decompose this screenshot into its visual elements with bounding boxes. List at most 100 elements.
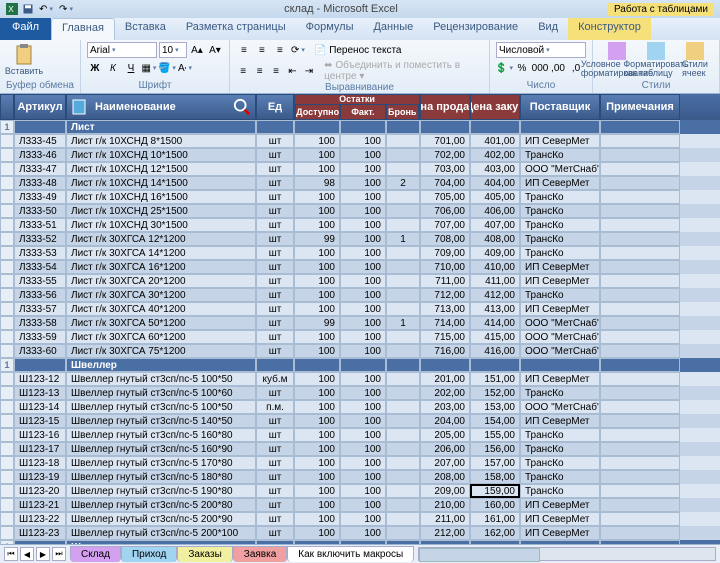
table-row[interactable]: Л333-52Лист г/к 30ХГСА 12*1200шт99100170… bbox=[0, 232, 720, 246]
underline-icon[interactable]: Ч bbox=[123, 60, 139, 76]
col-price-sale[interactable]: Цена продажи bbox=[420, 94, 470, 120]
sheet-last-icon[interactable]: ⏭ bbox=[52, 547, 66, 561]
currency-icon[interactable]: 💲 bbox=[496, 60, 512, 76]
align-left-icon[interactable]: ≡ bbox=[236, 63, 250, 79]
bold-icon[interactable]: Ж bbox=[87, 60, 103, 76]
col-notes[interactable]: Примечания bbox=[600, 94, 680, 120]
save-icon[interactable] bbox=[22, 3, 34, 15]
redo-icon[interactable]: ↷ bbox=[58, 1, 74, 17]
col-avail[interactable]: Доступно bbox=[295, 104, 340, 120]
table-row[interactable]: Л333-53Лист г/к 30ХГСА 14*1200шт10010070… bbox=[0, 246, 720, 260]
table-row[interactable]: Ш123-18Швеллер гнутый ст3сп/пс-5 170*80ш… bbox=[0, 456, 720, 470]
sheet-first-icon[interactable]: ⏮ bbox=[4, 547, 18, 561]
col-bron[interactable]: Бронь bbox=[386, 104, 420, 120]
clipboard-icon bbox=[13, 44, 35, 66]
table-row[interactable]: Л333-51Лист г/к 10ХСНД 30*1500шт10010070… bbox=[0, 218, 720, 232]
grow-font-icon[interactable]: A▴ bbox=[189, 42, 205, 58]
table-row[interactable]: Ш123-14Швеллер гнутый ст3сп/пс-5 100*50п… bbox=[0, 400, 720, 414]
undo-icon[interactable]: ↶ bbox=[38, 1, 54, 17]
menu-tab[interactable]: Главная bbox=[51, 18, 115, 40]
group-row[interactable]: 1Лист bbox=[0, 120, 720, 134]
col-fact[interactable]: Факт. bbox=[340, 104, 385, 120]
align-right-icon[interactable]: ≡ bbox=[269, 63, 283, 79]
table-row[interactable]: Ш123-19Швеллер гнутый ст3сп/пс-5 180*80ш… bbox=[0, 470, 720, 484]
menu-tab[interactable]: Разметка страницы bbox=[176, 18, 296, 40]
col-price-buy[interactable]: Цена закуп bbox=[470, 94, 520, 120]
sheet-prev-icon[interactable]: ◀ bbox=[20, 547, 34, 561]
col-name[interactable]: Наименование bbox=[66, 94, 256, 120]
italic-icon[interactable]: К bbox=[105, 60, 121, 76]
align-top-icon[interactable]: ≡ bbox=[236, 42, 252, 58]
align-bot-icon[interactable]: ≡ bbox=[272, 42, 288, 58]
indent-inc-icon[interactable]: ⇥ bbox=[302, 63, 316, 79]
table-row[interactable]: Л333-50Лист г/к 10ХСНД 25*1500шт10010070… bbox=[0, 204, 720, 218]
menu-tab[interactable]: Вид bbox=[528, 18, 568, 40]
table-row[interactable]: Ш123-13Швеллер гнутый ст3сп/пс-5 100*60ш… bbox=[0, 386, 720, 400]
grid[interactable]: Артикул Наименование Ед Остатки Доступно… bbox=[0, 94, 720, 544]
table-row[interactable]: Ш123-15Швеллер гнутый ст3сп/пс-5 140*50ш… bbox=[0, 414, 720, 428]
group-row[interactable]: 1Шестигранник bbox=[0, 540, 720, 544]
rg-align: ≡ ≡ ≡ ⟳ 📄 Перенос текста ≡ ≡ ≡ ⇤ ⇥ ⬌ Объ… bbox=[230, 40, 490, 93]
orient-icon[interactable]: ⟳ bbox=[290, 42, 306, 58]
group-row[interactable]: 1Швеллер bbox=[0, 358, 720, 372]
font-name-combo[interactable]: Arial bbox=[87, 42, 157, 58]
table-row[interactable]: Л333-55Лист г/к 30ХГСА 20*1200шт10010071… bbox=[0, 274, 720, 288]
table-row[interactable]: Л333-47Лист г/к 10ХСНД 12*1500шт10010070… bbox=[0, 162, 720, 176]
fill-color-icon[interactable]: 🪣 bbox=[159, 60, 175, 76]
format-table-btn[interactable]: Форматировать как таблицу bbox=[638, 42, 674, 78]
h-scrollbar[interactable] bbox=[418, 547, 716, 561]
menu-tab[interactable]: Формулы bbox=[296, 18, 364, 40]
sheet-tab[interactable]: Приход bbox=[121, 546, 177, 562]
sheet-next-icon[interactable]: ▶ bbox=[36, 547, 50, 561]
table-row[interactable]: Л333-59Лист г/к 30ХГСА 60*1200шт10010071… bbox=[0, 330, 720, 344]
border-icon[interactable]: ▦ bbox=[141, 60, 157, 76]
table-row[interactable]: Л333-54Лист г/к 30ХГСА 16*1200шт10010071… bbox=[0, 260, 720, 274]
table-row[interactable]: Л333-49Лист г/к 10ХСНД 16*1500шт10010070… bbox=[0, 190, 720, 204]
wrap-text-btn[interactable]: 📄 Перенос текста bbox=[314, 45, 402, 56]
table-row[interactable]: Л333-58Лист г/к 30ХГСА 50*1200шт99100171… bbox=[0, 316, 720, 330]
sheet-tab[interactable]: Заявка bbox=[233, 546, 288, 562]
align-center-icon[interactable]: ≡ bbox=[252, 63, 266, 79]
group-label: Шрифт bbox=[87, 80, 223, 91]
merge-btn[interactable]: ⬌ Объединить и поместить в центре ▾ bbox=[324, 60, 483, 82]
col-artikul[interactable]: Артикул bbox=[14, 94, 66, 120]
sheet-tab[interactable]: Заказы bbox=[177, 546, 232, 562]
percent-icon[interactable]: % bbox=[514, 60, 530, 76]
col-ed[interactable]: Ед bbox=[256, 94, 294, 120]
clipboard-small-icon bbox=[71, 99, 87, 115]
menu-tab[interactable]: Вставка bbox=[115, 18, 176, 40]
table-row[interactable]: Л333-45Лист г/к 10ХСНД 8*1500шт100100701… bbox=[0, 134, 720, 148]
table-row[interactable]: Л333-57Лист г/к 30ХГСА 40*1200шт10010071… bbox=[0, 302, 720, 316]
table-row[interactable]: Л333-56Лист г/к 30ХГСА 30*1200шт10010071… bbox=[0, 288, 720, 302]
menu-tab[interactable]: Рецензирование bbox=[423, 18, 528, 40]
cell-styles-btn[interactable]: Стили ячеек bbox=[677, 42, 713, 78]
tab-constructor[interactable]: Конструктор bbox=[568, 18, 651, 40]
sheet-tab[interactable]: Склад bbox=[70, 546, 121, 562]
col-supplier[interactable]: Поставщик bbox=[520, 94, 600, 120]
rownum-header[interactable] bbox=[0, 94, 14, 120]
inc-decimal-icon[interactable]: ,00 bbox=[550, 60, 566, 76]
shrink-font-icon[interactable]: A▾ bbox=[207, 42, 223, 58]
table-row[interactable]: Ш123-16Швеллер гнутый ст3сп/пс-5 160*80ш… bbox=[0, 428, 720, 442]
table-row[interactable]: Ш123-22Швеллер гнутый ст3сп/пс-5 200*90ш… bbox=[0, 512, 720, 526]
table-row[interactable]: Ш123-20Швеллер гнутый ст3сп/пс-5 190*80ш… bbox=[0, 484, 720, 498]
table-row[interactable]: Ш123-23Швеллер гнутый ст3сп/пс-5 200*100… bbox=[0, 526, 720, 540]
rg-clipboard: Вставить Буфер обмена bbox=[0, 40, 81, 93]
comma-icon[interactable]: 000 bbox=[532, 60, 548, 76]
align-mid-icon[interactable]: ≡ bbox=[254, 42, 270, 58]
indent-dec-icon[interactable]: ⇤ bbox=[285, 63, 299, 79]
table-row[interactable]: Л333-46Лист г/к 10ХСНД 10*1500шт10010070… bbox=[0, 148, 720, 162]
table-row[interactable]: Л333-60Лист г/к 30ХГСА 75*1200шт10010071… bbox=[0, 344, 720, 358]
paste-button[interactable]: Вставить bbox=[6, 42, 42, 78]
font-color-icon[interactable]: A bbox=[177, 60, 193, 76]
menu-tab[interactable]: Данные bbox=[363, 18, 423, 40]
number-format-combo[interactable]: Числовой bbox=[496, 42, 586, 58]
sheet-tab[interactable]: Как включить макросы bbox=[287, 546, 414, 562]
table-row[interactable]: Ш123-17Швеллер гнутый ст3сп/пс-5 160*90ш… bbox=[0, 442, 720, 456]
table-row[interactable]: Л333-48Лист г/к 10ХСНД 14*1500шт98100270… bbox=[0, 176, 720, 190]
file-tab[interactable]: Файл bbox=[0, 18, 51, 40]
font-size-combo[interactable]: 10 bbox=[159, 42, 187, 58]
table-row[interactable]: Ш123-12Швеллер гнутый ст3сп/пс-5 100*50к… bbox=[0, 372, 720, 386]
search-icon[interactable] bbox=[233, 98, 251, 116]
table-row[interactable]: Ш123-21Швеллер гнутый ст3сп/пс-5 200*80ш… bbox=[0, 498, 720, 512]
